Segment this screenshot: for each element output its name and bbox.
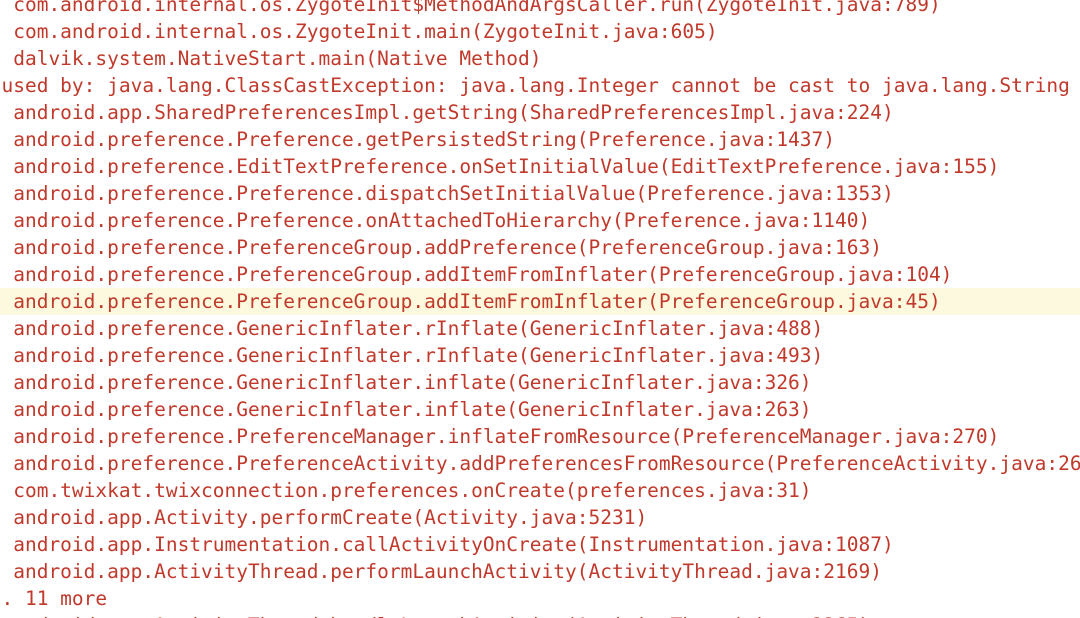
log-viewport[interactable]: at com.android.internal.os.ZygoteInit$Me…	[0, 0, 1080, 618]
log-line[interactable]: at android.app.SharedPreferencesImpl.get…	[0, 99, 1080, 126]
log-line[interactable]: at android.preference.PreferenceActivity…	[0, 450, 1080, 477]
log-line[interactable]: at android.app.Activity.performCreate(Ac…	[0, 504, 1080, 531]
log-line[interactable]: at android.preference.GenericInflater.in…	[0, 369, 1080, 396]
log-line[interactable]: at android.preference.Preference.getPers…	[0, 126, 1080, 153]
log-line[interactable]: at android.app.Instrumentation.callActiv…	[0, 531, 1080, 558]
log-line[interactable]: Caused by: java.lang.ClassCastException:…	[0, 72, 1080, 99]
log-line[interactable]: ... 11 more	[0, 585, 1080, 612]
log-line[interactable]: at android.preference.Preference.dispatc…	[0, 180, 1080, 207]
log-line[interactable]: at com.twixkat.twixconnection.preference…	[0, 477, 1080, 504]
log-line[interactable]: at android.app.ActivityThread.performLau…	[0, 558, 1080, 585]
log-line[interactable]: at android.preference.PreferenceGroup.ad…	[0, 261, 1080, 288]
log-line[interactable]: at com.android.internal.os.ZygoteInit.ma…	[0, 18, 1080, 45]
log-line[interactable]: at android.preference.PreferenceManager.…	[0, 423, 1080, 450]
log-line[interactable]: at com.android.internal.os.ZygoteInit$Me…	[0, 0, 1080, 18]
log-line[interactable]: at dalvik.system.NativeStart.main(Native…	[0, 45, 1080, 72]
log-line[interactable]: at android.preference.EditTextPreference…	[0, 153, 1080, 180]
log-line-list: at com.android.internal.os.ZygoteInit$Me…	[0, 0, 1080, 618]
log-line[interactable]: at android.preference.GenericInflater.rI…	[0, 315, 1080, 342]
log-line[interactable]: at android.app.ActivityThread.handleLaun…	[0, 612, 1080, 618]
log-line[interactable]: at android.preference.Preference.onAttac…	[0, 207, 1080, 234]
log-line[interactable]: at android.preference.PreferenceGroup.ad…	[0, 234, 1080, 261]
log-line[interactable]: at android.preference.GenericInflater.in…	[0, 396, 1080, 423]
log-line[interactable]: at android.preference.GenericInflater.rI…	[0, 342, 1080, 369]
log-line-highlighted[interactable]: at android.preference.PreferenceGroup.ad…	[0, 288, 1080, 315]
